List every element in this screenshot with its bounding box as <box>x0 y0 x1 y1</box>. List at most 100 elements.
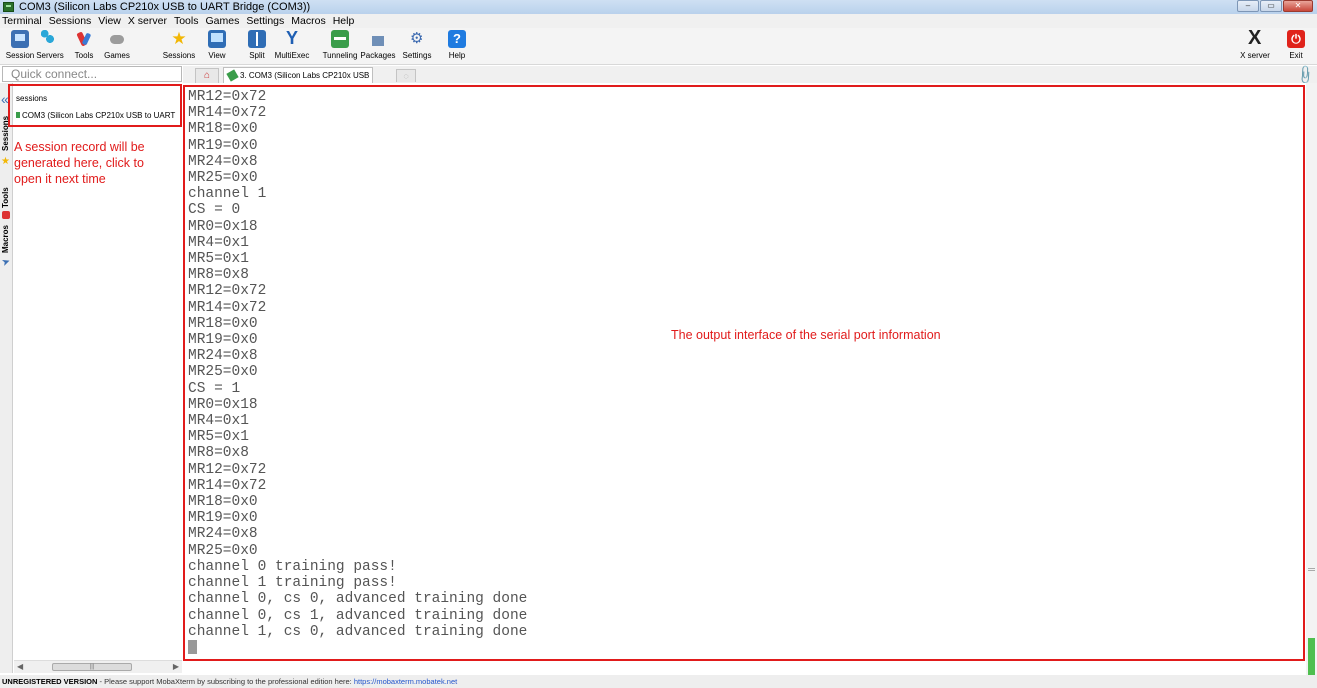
terminal-line: MR19=0x0 <box>188 137 258 154</box>
help-button[interactable]: ? Help <box>437 29 477 63</box>
mobaxterm-link[interactable]: https://mobaxterm.mobatek.net <box>354 677 457 686</box>
terminal-line: MR25=0x0 <box>188 170 258 187</box>
xserver-button-label: X server <box>1240 51 1270 60</box>
split-button-label: Split <box>249 51 265 60</box>
settings-button[interactable]: Settings <box>397 29 437 63</box>
terminal-line: MR14=0x72 <box>188 105 267 122</box>
terminal-line: MR8=0x8 <box>188 267 249 284</box>
close-button[interactable]: ✕ <box>1283 0 1313 12</box>
side-tab-tools-label: Tools <box>1 187 10 208</box>
terminal-line: channel 0, cs 1, advanced training done <box>188 607 528 624</box>
terminal-line: channel 0, cs 0, advanced training done <box>188 591 528 608</box>
minimize-button[interactable]: – <box>1237 0 1259 12</box>
terminal-line: MR0=0x18 <box>188 218 258 235</box>
split-icon <box>248 30 266 48</box>
session-icon <box>11 30 29 48</box>
view-button[interactable]: View <box>197 29 237 63</box>
menu-macros[interactable]: Macros <box>291 15 325 27</box>
terminal-scrollbar[interactable] <box>1306 83 1317 675</box>
xserver-icon <box>1246 27 1264 50</box>
terminal-line: MR24=0x8 <box>188 153 258 170</box>
maximize-button[interactable]: ▭ <box>1260 0 1282 12</box>
sidebar-scroll-thumb[interactable]: ||| <box>52 663 132 671</box>
new-tab-button[interactable]: ◌ <box>396 69 416 82</box>
sessions-sidebar: sessions COM3 (Silicon Labs CP210x USB t… <box>8 83 182 673</box>
settings-icon <box>408 29 426 48</box>
side-tab-macros-label: Macros <box>1 224 10 253</box>
terminal-line: MR12=0x72 <box>188 461 267 478</box>
terminal-line: MR14=0x72 <box>188 477 267 494</box>
tab-com3[interactable]: 3. COM3 (Silicon Labs CP210x USB <box>223 67 373 83</box>
terminal-line: MR24=0x8 <box>188 526 258 543</box>
power-icon: ⏻ <box>1287 30 1305 48</box>
sidebar-annotation: A session record will be generated here,… <box>14 140 145 186</box>
sessions-root-node[interactable]: sessions <box>16 94 47 103</box>
terminal-line: MR8=0x8 <box>188 445 249 462</box>
games-button-label: Games <box>104 51 130 60</box>
terminal-line: MR19=0x0 <box>188 332 258 349</box>
tunneling-button[interactable]: Tunneling <box>320 29 360 63</box>
scroll-left-icon[interactable]: ◀ <box>17 662 23 671</box>
title-bar: COM3 (Silicon Labs CP210x USB to UART Br… <box>0 0 1317 14</box>
session-highlight-box: sessions COM3 (Silicon Labs CP210x USB t… <box>8 84 182 127</box>
terminal-line: MR5=0x1 <box>188 251 249 268</box>
terminal-output[interactable]: MR12=0x72 MR14=0x72 MR18=0x0 MR19=0x0 MR24=0… <box>183 85 1305 661</box>
menu-view[interactable]: View <box>98 15 121 27</box>
terminal-scroll-thumb[interactable] <box>1308 638 1315 675</box>
saved-session-com3[interactable]: COM3 (Silicon Labs CP210x USB to UART Br… <box>16 111 176 120</box>
menu-tools[interactable]: Tools <box>174 15 199 27</box>
star-icon: ★ <box>1 156 10 167</box>
multiexec-button[interactable]: MultiExec <box>272 28 312 63</box>
menu-help[interactable]: Help <box>333 15 355 27</box>
menu-terminal[interactable]: Terminal <box>2 15 42 27</box>
terminal-line: MR18=0x0 <box>188 494 258 511</box>
terminal-line: MR25=0x0 <box>188 364 258 381</box>
sidebar-horizontal-scrollbar[interactable]: ◀ ||| ▶ <box>14 660 182 673</box>
status-bar: UNREGISTERED VERSION - Please support Mo… <box>0 675 1317 688</box>
scroll-right-icon[interactable]: ▶ <box>173 662 179 671</box>
terminal-cursor-line <box>188 640 527 656</box>
window-title: COM3 (Silicon Labs CP210x USB to UART Br… <box>19 1 311 13</box>
menu-games[interactable]: Games <box>205 15 239 27</box>
terminal-line: MR14=0x72 <box>188 299 267 316</box>
sessions-star-icon: ★ <box>171 29 187 48</box>
terminal-line: channel 0 training pass! <box>188 558 397 575</box>
terminal-line: channel 1 training pass! <box>188 575 397 592</box>
sessions-button-label: Sessions <box>162 51 196 60</box>
menu-xserver[interactable]: X server <box>128 15 167 27</box>
new-tab-icon: ◌ <box>403 71 409 81</box>
tools-icon <box>75 30 93 48</box>
terminal-line: MR18=0x0 <box>188 121 258 138</box>
terminal-line: MR0=0x18 <box>188 396 258 413</box>
quick-connect-input[interactable]: Quick connect... <box>2 66 182 82</box>
menu-sessions[interactable]: Sessions <box>49 15 92 27</box>
terminal-line: MR19=0x0 <box>188 510 258 527</box>
menu-settings[interactable]: Settings <box>246 15 284 27</box>
terminal-line: MR24=0x8 <box>188 348 258 365</box>
split-button[interactable]: Split <box>237 29 277 63</box>
terminal-line: MR18=0x0 <box>188 315 258 332</box>
exit-button[interactable]: ⏻ Exit <box>1276 29 1316 63</box>
games-button[interactable]: Games <box>97 29 137 63</box>
terminal-line: CS = 1 <box>188 380 241 397</box>
terminal-line: MR12=0x72 <box>188 283 267 300</box>
mobaxterm-app-icon <box>3 2 14 12</box>
tunneling-button-label: Tunneling <box>322 51 358 60</box>
packages-button[interactable]: Packages <box>358 29 398 63</box>
window-controls: – ▭ ✕ <box>1236 0 1313 12</box>
xserver-button[interactable]: X server <box>1235 27 1275 63</box>
sessions-button[interactable]: ★ Sessions <box>159 29 199 63</box>
multiexec-icon <box>283 28 301 49</box>
scrollbar-grip <box>1308 568 1315 571</box>
terminal-lines: MR12=0x72 MR14=0x72 MR18=0x0 MR19=0x0 MR24=0… <box>188 89 527 656</box>
view-button-label: View <box>208 51 226 60</box>
tab-com3-label: 3. COM3 (Silicon Labs CP210x USB <box>240 71 370 80</box>
terminal-line: channel 1 <box>188 186 267 203</box>
help-icon: ? <box>448 30 466 48</box>
games-icon <box>108 30 126 48</box>
terminal-line: MR5=0x1 <box>188 429 249 446</box>
home-tab[interactable]: ⌂ <box>195 68 219 83</box>
terminal-cursor <box>188 640 197 655</box>
side-tab-strip: « Sessions ★ Tools Macros ➤ <box>0 83 13 673</box>
multiexec-button-label: MultiExec <box>274 51 310 60</box>
